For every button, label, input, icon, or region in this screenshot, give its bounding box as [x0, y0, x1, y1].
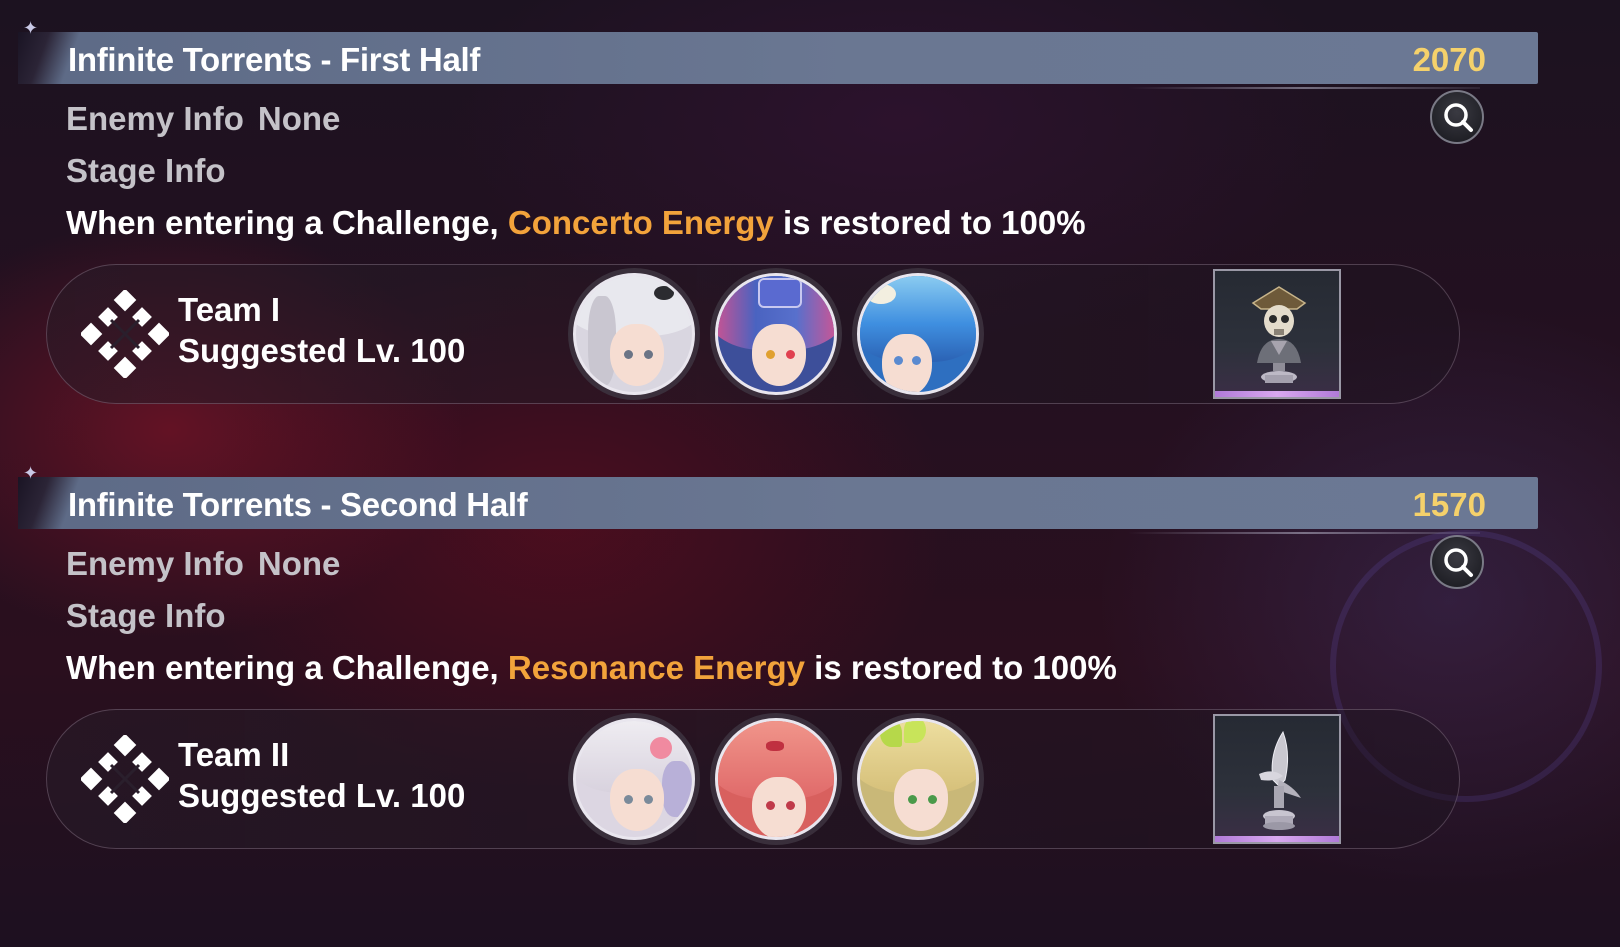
description-highlight: Resonance Energy — [507, 649, 806, 686]
search-icon — [1444, 103, 1473, 132]
stage-info-description: When entering a Challenge, Concerto Ener… — [66, 204, 1086, 242]
suggested-level: Suggested Lv. 100 — [178, 777, 466, 814]
team-emblem-icon — [81, 735, 169, 823]
enemy-info-row: Enemy Info None — [66, 545, 340, 583]
stage-header: ✦ Infinite Torrents - First Half 2070 — [18, 18, 1538, 89]
description-suffix: is restored to 100% — [773, 204, 1086, 241]
enemy-info-value: None — [257, 545, 341, 582]
boss-skull-pirate-card[interactable] — [1213, 269, 1341, 399]
suggested-level: Suggested Lv. 100 — [178, 332, 466, 369]
stage-info-label: Stage Info — [66, 152, 226, 189]
stage-info-label: Stage Info — [66, 597, 226, 634]
character-avatar-silver-hair[interactable] — [573, 273, 695, 395]
sparkle-icon: ✦ — [23, 18, 39, 39]
character-avatar-blue-pink-hair[interactable] — [715, 273, 837, 395]
character-avatar-blonde-leaf[interactable] — [857, 718, 979, 840]
stage-score: 2070 — [1412, 41, 1486, 78]
stage-title: Infinite Torrents - Second Half — [68, 486, 528, 523]
description-prefix: When entering a Challenge, — [66, 649, 508, 686]
stage-score: 1570 — [1412, 486, 1486, 523]
stage-section-second-half: ✦ Infinite Torrents - Second Half 1570 E… — [18, 463, 1538, 849]
team-emblem-icon — [81, 290, 169, 378]
character-avatar-white-hair-flower[interactable] — [573, 718, 695, 840]
sparkle-icon: ✦ — [23, 463, 39, 484]
character-avatar-pink-hair[interactable] — [715, 718, 837, 840]
team-panel[interactable]: Team I Suggested Lv. 100 — [46, 264, 1460, 404]
team-panel[interactable]: Team II Suggested Lv. 100 — [46, 709, 1460, 849]
enemy-info-row: Enemy Info None — [66, 100, 340, 138]
boss-silver-blade-card[interactable] — [1213, 714, 1341, 844]
team-name: Team II — [178, 736, 290, 773]
search-icon — [1444, 548, 1473, 577]
stage-title: Infinite Torrents - First Half — [68, 41, 481, 78]
stage-section-first-half: ✦ Infinite Torrents - First Half 2070 En… — [18, 18, 1538, 404]
stage-header: ✦ Infinite Torrents - Second Half 1570 — [18, 463, 1538, 534]
enemy-info-value: None — [257, 100, 341, 137]
enemy-info-label: Enemy Info — [66, 100, 244, 137]
stage-info-description: When entering a Challenge, Resonance Ene… — [66, 649, 1117, 687]
enemy-info-label: Enemy Info — [66, 545, 244, 582]
character-avatar-blue-hood[interactable] — [857, 273, 979, 395]
description-highlight: Concerto Energy — [507, 204, 774, 241]
skull-pirate-bust-icon — [1251, 286, 1307, 383]
search-enemy-button[interactable] — [1430, 90, 1484, 144]
description-suffix: is restored to 100% — [805, 649, 1117, 686]
description-prefix: When entering a Challenge, — [66, 204, 508, 241]
silver-blade-statue-icon — [1259, 730, 1301, 830]
search-enemy-button[interactable] — [1430, 535, 1484, 589]
team-name: Team I — [178, 291, 281, 328]
